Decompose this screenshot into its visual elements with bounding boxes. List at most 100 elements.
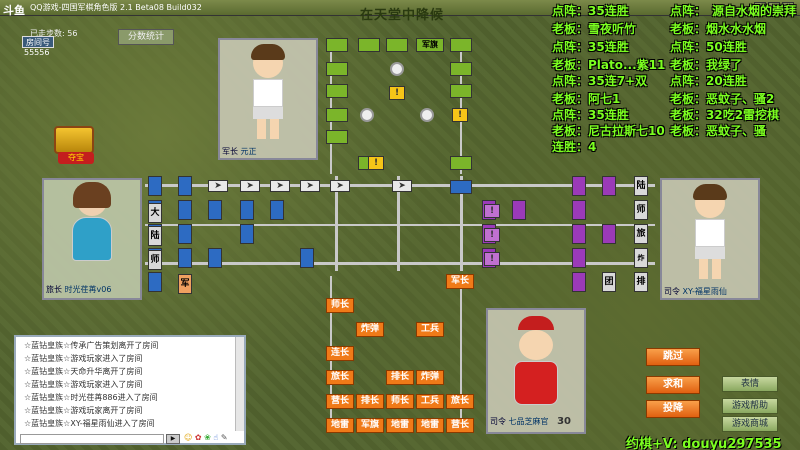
blue-piece-label[interactable]: 大	[148, 203, 162, 223]
blue-piece[interactable]	[208, 248, 222, 268]
own-piece[interactable]: 排长	[356, 394, 384, 409]
smiley-icon[interactable]: ☺	[184, 433, 192, 442]
purple-piece[interactable]	[602, 224, 616, 244]
peace-button[interactable]: 求和	[646, 376, 700, 394]
blue-piece-label[interactable]: 陆	[148, 226, 162, 246]
chat-line: ☆蓝钻皇族☆时光荏苒886进入了房间	[24, 393, 158, 402]
overlay-line: 点阵：35连胜	[552, 108, 629, 122]
purple-piece[interactable]	[572, 176, 586, 196]
treasure-button[interactable]: 夺宝	[48, 122, 102, 166]
footer-overlay: 约棋+V: douyu297535	[626, 437, 782, 450]
purple-piece[interactable]	[602, 176, 616, 196]
overlay-line: 老板：恶蚊子、骚2	[670, 92, 775, 106]
blue-piece[interactable]	[450, 180, 472, 194]
blue-piece[interactable]	[178, 248, 192, 268]
thumb-icon[interactable]: ☝	[213, 433, 218, 442]
green-piece[interactable]	[450, 38, 472, 52]
blue-piece[interactable]	[208, 200, 222, 220]
chat-send-button[interactable]: ▶	[166, 434, 180, 444]
own-piece[interactable]: 地雷	[416, 418, 444, 433]
blue-piece[interactable]	[148, 176, 162, 196]
green-flag-piece[interactable]: 军旗	[416, 38, 444, 52]
gift-icon[interactable]: ✿	[195, 433, 202, 442]
blue-piece[interactable]	[178, 176, 192, 196]
move-arrow-icon: ➤	[240, 180, 260, 192]
own-piece[interactable]: 旅长	[326, 370, 354, 385]
own-piece[interactable]: 师长	[326, 298, 354, 313]
right-player-avatar	[693, 184, 727, 279]
green-piece[interactable]	[326, 62, 348, 76]
purple-piece-label[interactable]: 炸	[634, 248, 648, 268]
mall-button[interactable]: 游戏商城	[722, 416, 778, 432]
own-piece[interactable]: 营长	[326, 394, 354, 409]
left-player-panel: 旅长 时光荏苒v06	[42, 178, 142, 300]
own-piece[interactable]: 地雷	[326, 418, 354, 433]
own-piece[interactable]: 军长	[446, 274, 474, 289]
green-piece[interactable]	[386, 38, 408, 52]
warning-icon: !	[389, 86, 405, 100]
move-arrow-icon: ➤	[392, 180, 412, 192]
green-piece[interactable]	[326, 130, 348, 144]
help-button[interactable]: 游戏帮助	[722, 398, 778, 414]
own-piece[interactable]: 炸弹	[416, 370, 444, 385]
own-piece[interactable]: 军旗	[356, 418, 384, 433]
purple-piece[interactable]	[572, 224, 586, 244]
blue-piece[interactable]	[240, 200, 254, 220]
emotion-label: 表情	[740, 379, 759, 389]
chat-toolbar: ☺ ✿ ❀ ☝ ✎	[184, 433, 228, 442]
green-piece[interactable]	[450, 84, 472, 98]
orange-piece-small[interactable]: 军	[178, 274, 192, 294]
green-piece[interactable]	[326, 38, 348, 52]
overlay-line: 老板：恶蚊子、骚	[670, 124, 767, 138]
skip-button[interactable]: 跳过	[646, 348, 700, 366]
blue-piece[interactable]	[148, 272, 162, 292]
green-piece[interactable]	[358, 38, 380, 52]
window-title: QQ游戏-四国军棋角色版 2.1 Beta08 Build032	[30, 3, 202, 12]
purple-piece[interactable]	[572, 200, 586, 220]
own-piece[interactable]: 工兵	[416, 322, 444, 337]
own-piece[interactable]: 排长	[386, 370, 414, 385]
own-piece[interactable]: 地雷	[386, 418, 414, 433]
chat-input[interactable]	[20, 434, 164, 444]
chat-scrollbar[interactable]	[235, 337, 244, 431]
purple-piece-label[interactable]: 旅	[634, 224, 648, 244]
own-piece[interactable]: 旅长	[446, 394, 474, 409]
purple-piece-label[interactable]: 陆	[634, 176, 648, 196]
warning-icon: !	[484, 228, 500, 242]
green-piece[interactable]	[326, 108, 348, 122]
surrender-button[interactable]: 投降	[646, 400, 700, 418]
left-player-name: 时光荏苒v06	[64, 285, 112, 294]
own-piece[interactable]: 师长	[386, 394, 414, 409]
flower-icon[interactable]: ❀	[204, 433, 211, 442]
overlay-line: 点阵：50连胜	[670, 40, 747, 54]
overlay-line: 老板：Plato...紫11	[552, 58, 666, 72]
blue-piece[interactable]	[178, 200, 192, 220]
blue-piece-label[interactable]: 师	[148, 250, 162, 270]
blue-piece[interactable]	[240, 224, 254, 244]
purple-piece[interactable]	[572, 248, 586, 268]
green-piece[interactable]	[450, 156, 472, 170]
green-piece[interactable]	[450, 62, 472, 76]
blue-piece[interactable]	[178, 224, 192, 244]
purple-piece[interactable]	[512, 200, 526, 220]
move-arrow-icon: ➤	[208, 180, 228, 192]
purple-piece[interactable]	[572, 272, 586, 292]
blue-piece[interactable]	[270, 200, 284, 220]
chat-line: ☆蓝钻皇族☆天命升华离开了房间	[24, 367, 143, 376]
emotion-button[interactable]: 表情	[722, 376, 778, 392]
own-piece[interactable]: 连长	[326, 346, 354, 361]
move-arrow-icon: ➤	[270, 180, 290, 192]
own-piece[interactable]: 工兵	[416, 394, 444, 409]
edit-icon[interactable]: ✎	[221, 433, 228, 442]
overlay-line: 点阵：	[670, 4, 707, 18]
purple-piece-label[interactable]: 排	[634, 272, 648, 292]
green-piece[interactable]	[326, 84, 348, 98]
purple-piece-label[interactable]: 团	[602, 272, 616, 292]
own-piece[interactable]: 营长	[446, 418, 474, 433]
chat-line: ☆蓝钻皇族☆游戏玩家离开了房间	[24, 406, 143, 415]
overlay-line: 源自水烟的崇拜	[712, 4, 797, 18]
purple-piece-label[interactable]: 师	[634, 200, 648, 220]
warning-icon: !	[368, 156, 384, 170]
blue-piece[interactable]	[300, 248, 314, 268]
own-piece[interactable]: 炸弹	[356, 322, 384, 337]
